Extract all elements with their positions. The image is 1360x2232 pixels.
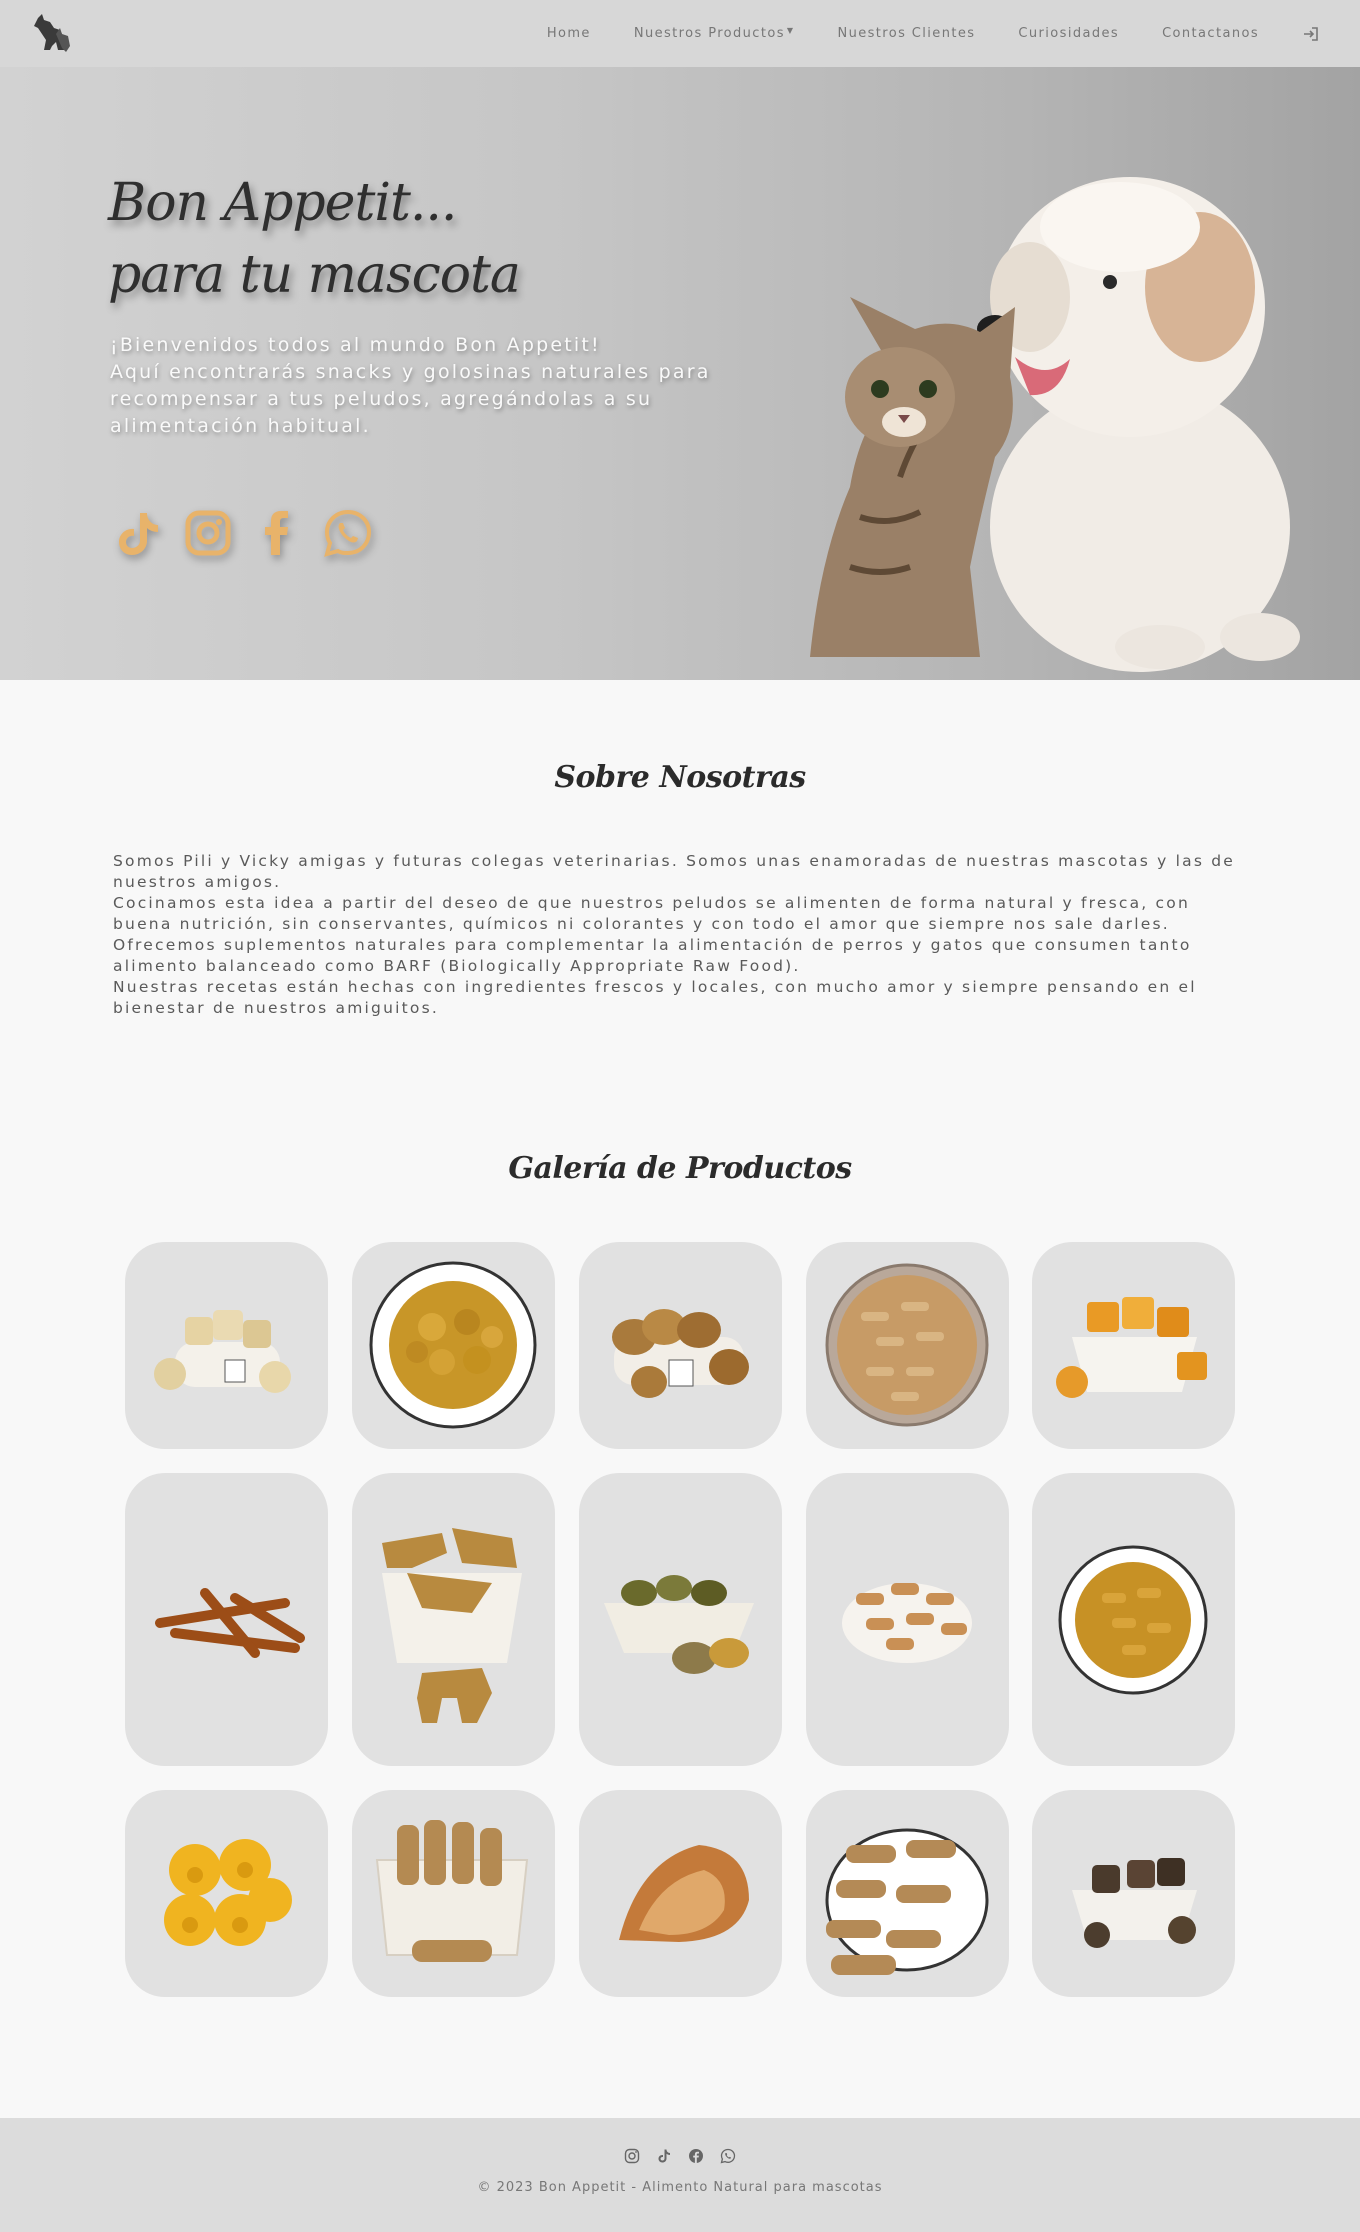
product-image <box>164 1839 292 1946</box>
hero-title: Bon Appetit... para tu mascota <box>108 167 521 311</box>
cat-and-puppy-image <box>810 177 1300 672</box>
caret-down-icon: ▼ <box>786 26 795 35</box>
footer: © 2023 Bon Appetit - Alimento Natural pa… <box>0 2118 1360 2232</box>
product-image <box>369 1261 537 1429</box>
product-card[interactable] <box>579 1242 782 1449</box>
about-paragraph: Nuestras recetas están hechas con ingred… <box>113 978 1197 1017</box>
footer-socials <box>0 2148 1360 2164</box>
product-card[interactable] <box>352 1473 555 1766</box>
hero-section: Bon Appetit... para tu mascota ¡Bienveni… <box>0 67 1360 680</box>
facebook-icon[interactable] <box>688 2148 704 2164</box>
footer-copyright: © 2023 Bon Appetit - Alimento Natural pa… <box>477 2180 883 2195</box>
nav-home[interactable]: Home <box>547 26 591 41</box>
about-title: Sobre Nosotras <box>554 760 806 795</box>
about-paragraph: Somos Pili y Vicky amigas y futuras cole… <box>113 852 1236 891</box>
product-card[interactable] <box>579 1790 782 1997</box>
instagram-icon[interactable] <box>624 2148 640 2164</box>
product-image <box>375 1820 529 1962</box>
product-image <box>155 1588 305 1658</box>
about-paragraph: Ofrecemos suplementos naturales para com… <box>113 936 1192 975</box>
gallery-title: Galería de Productos <box>508 1151 852 1186</box>
product-card[interactable] <box>1032 1473 1235 1766</box>
product-image <box>1058 1545 1208 1695</box>
product-card[interactable] <box>806 1242 1009 1449</box>
nav-clientes[interactable]: Nuestros Clientes <box>837 26 975 41</box>
product-image <box>612 1309 749 1398</box>
whatsapp-icon[interactable] <box>720 2148 736 2164</box>
product-image <box>842 1583 972 1663</box>
product-card[interactable] <box>352 1242 555 1449</box>
product-card[interactable] <box>579 1473 782 1766</box>
facebook-icon[interactable] <box>252 507 304 559</box>
product-image <box>382 1528 522 1723</box>
product-image <box>604 1575 754 1674</box>
about-body: Somos Pili y Vicky amigas y futuras cole… <box>113 851 1248 1019</box>
navbar: Home Nuestros Productos ▼ Nuestros Client… <box>0 0 1360 67</box>
hero-text: ¡Bienvenidos todos al mundo Bon Appetit!… <box>110 332 760 440</box>
nav-contactanos[interactable]: Contactanos <box>1162 26 1259 41</box>
hero-title-line2: para tu mascota <box>108 245 521 305</box>
product-image <box>825 1828 989 1975</box>
product-card[interactable] <box>352 1790 555 1997</box>
instagram-icon[interactable] <box>182 507 234 559</box>
sign-in-icon[interactable] <box>1302 25 1320 43</box>
product-card[interactable] <box>1032 1790 1235 1997</box>
hero-title-line1: Bon Appetit... <box>108 173 457 233</box>
product-card[interactable] <box>125 1790 328 1997</box>
nav-productos-label: Nuestros Productos <box>633 26 785 41</box>
product-card[interactable] <box>1032 1242 1235 1449</box>
product-image <box>1072 1858 1197 1948</box>
nav-curiosidades[interactable]: Curiosidades <box>1018 26 1119 41</box>
about-paragraph: Cocinamos esta idea a partir del deseo d… <box>113 894 1190 933</box>
tiktok-icon[interactable] <box>656 2148 672 2164</box>
product-image <box>619 1845 749 1942</box>
product-card[interactable] <box>806 1790 1009 1997</box>
product-card[interactable] <box>806 1473 1009 1766</box>
whatsapp-icon[interactable] <box>322 507 374 559</box>
product-image <box>825 1263 989 1427</box>
tiktok-icon[interactable] <box>112 507 164 559</box>
hero-text-line2: Aquí encontrarás snacks y golosinas natu… <box>110 361 711 437</box>
nav-productos-dropdown[interactable]: Nuestros Productos ▼ <box>634 26 795 41</box>
product-image <box>154 1310 291 1393</box>
product-image <box>1056 1297 1207 1398</box>
logo-icon[interactable] <box>30 12 72 54</box>
product-card[interactable] <box>125 1473 328 1766</box>
product-card[interactable] <box>125 1242 328 1449</box>
hero-socials <box>112 507 392 559</box>
hero-text-line1: ¡Bienvenidos todos al mundo Bon Appetit! <box>110 334 601 356</box>
